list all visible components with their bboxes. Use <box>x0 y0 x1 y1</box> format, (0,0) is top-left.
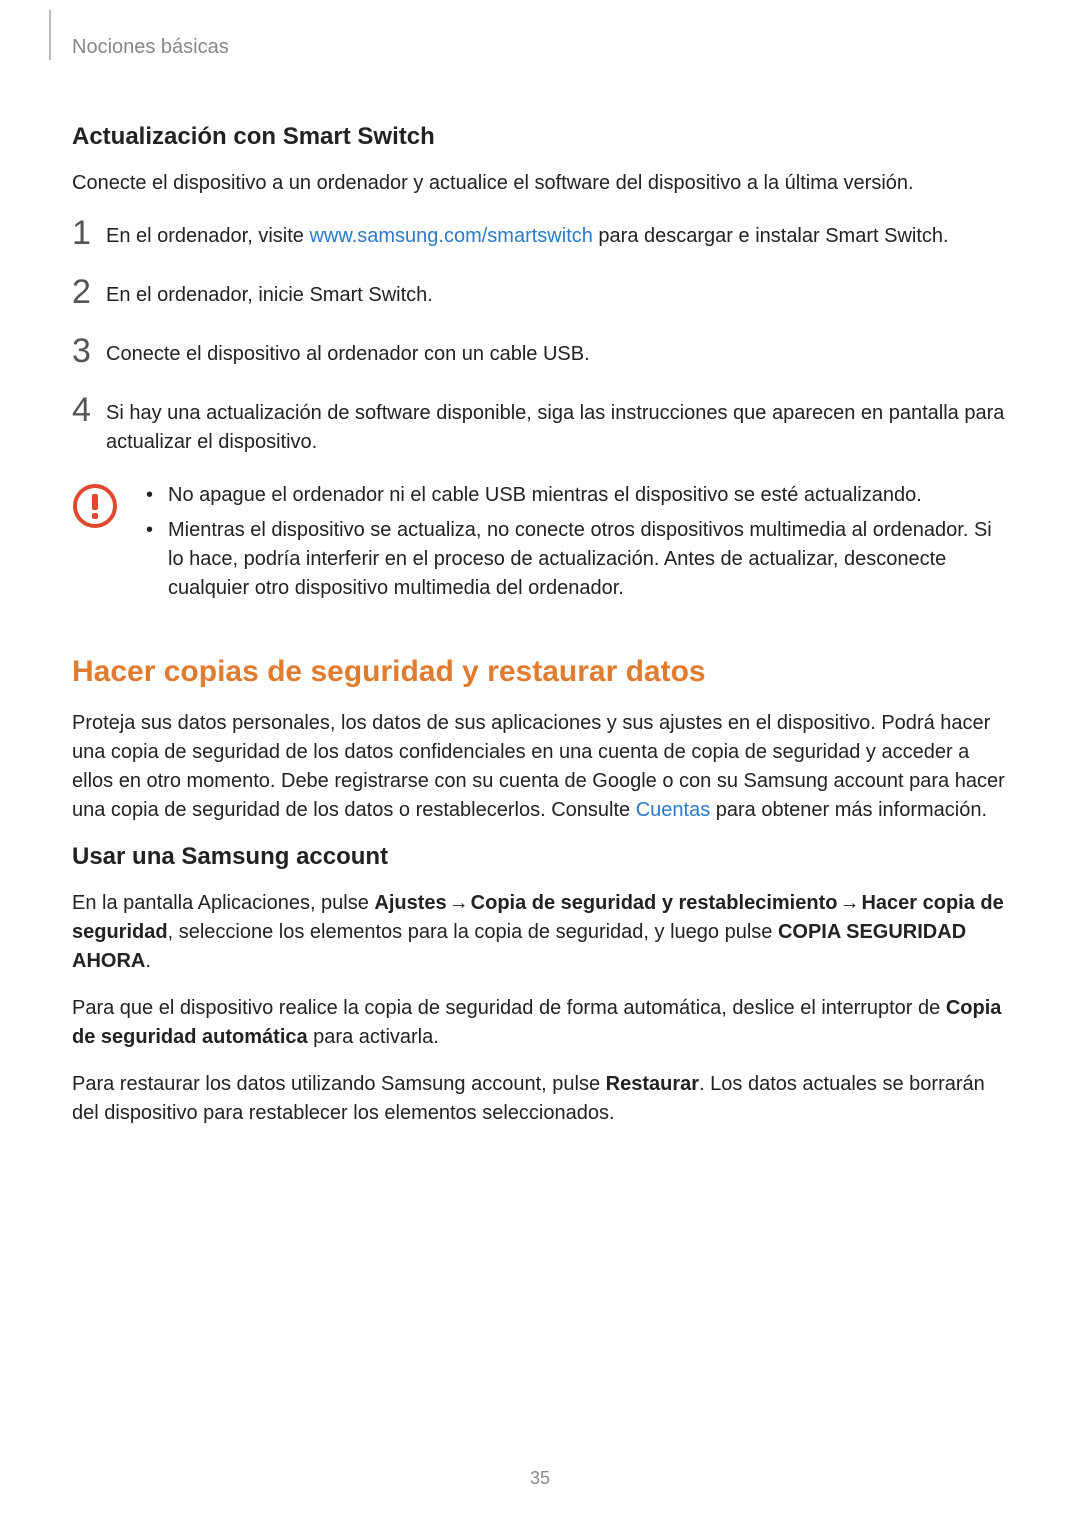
heading-smart-switch: Actualización con Smart Switch <box>72 123 1008 151</box>
paragraph-sa-3: Para restaurar los datos utilizando Sams… <box>72 1070 1008 1128</box>
step-2: 2 En el ordenador, inicie Smart Switch. <box>72 275 1008 310</box>
bullet-mark: • <box>146 481 168 510</box>
bullet-text: No apague el ordenador ni el cable USB m… <box>168 481 922 510</box>
arrow-icon: → <box>837 889 861 918</box>
text: En la pantalla Aplicaciones, pulse <box>72 892 374 914</box>
text: para activarla. <box>308 1026 439 1048</box>
step-list: 1 En el ordenador, visite www.samsung.co… <box>72 216 1008 457</box>
text: para obtener más información. <box>710 799 987 821</box>
step-1: 1 En el ordenador, visite www.samsung.co… <box>72 216 1008 251</box>
running-head: Nociones básicas <box>72 36 1008 59</box>
page-content: Nociones básicas Actualización con Smart… <box>0 0 1080 1128</box>
caution-bullet-2: • Mientras el dispositivo se actualiza, … <box>146 516 1008 603</box>
caution-bullet-1: • No apague el ordenador ni el cable USB… <box>146 481 1008 510</box>
step-number: 4 <box>72 393 106 427</box>
caution-list: • No apague el ordenador ni el cable USB… <box>146 481 1008 609</box>
paragraph-smart-intro: Conecte el dispositivo a un ordenador y … <box>72 169 1008 198</box>
step-4: 4 Si hay una actualización de software d… <box>72 393 1008 457</box>
text: , seleccione los elementos para la copia… <box>168 921 778 943</box>
caution-icon <box>72 481 118 534</box>
step-number: 1 <box>72 216 106 250</box>
bold-restaurar: Restaurar <box>606 1073 699 1095</box>
caution-box: • No apague el ordenador ni el cable USB… <box>72 481 1008 609</box>
paragraph-sa-2: Para que el dispositivo realice la copia… <box>72 994 1008 1052</box>
bold-ajustes: Ajustes <box>374 892 446 914</box>
paragraph-backup-intro: Proteja sus datos personales, los datos … <box>72 709 1008 825</box>
link-smartswitch[interactable]: www.samsung.com/smartswitch <box>309 225 592 247</box>
heading-samsung-account: Usar una Samsung account <box>72 843 1008 871</box>
step-number: 2 <box>72 275 106 309</box>
step-3: 3 Conecte el dispositivo al ordenador co… <box>72 334 1008 369</box>
bold-copia-restablecimiento: Copia de seguridad y restablecimiento <box>471 892 838 914</box>
paragraph-sa-1: En la pantalla Aplicaciones, pulse Ajust… <box>72 889 1008 976</box>
bullet-mark: • <box>146 516 168 603</box>
text: Para que el dispositivo realice la copia… <box>72 997 946 1019</box>
step-text: Si hay una actualización de software dis… <box>106 393 1008 457</box>
step-text: Conecte el dispositivo al ordenador con … <box>106 334 1008 369</box>
link-cuentas[interactable]: Cuentas <box>636 799 711 821</box>
step-text: En el ordenador, visite www.samsung.com/… <box>106 216 1008 251</box>
heading-backup: Hacer copias de seguridad y restaurar da… <box>72 655 1008 689</box>
text: Para restaurar los datos utilizando Sams… <box>72 1073 606 1095</box>
text: . <box>145 950 151 972</box>
bullet-text: Mientras el dispositivo se actualiza, no… <box>168 516 1008 603</box>
arrow-icon: → <box>447 889 471 918</box>
page-number: 35 <box>0 1468 1080 1489</box>
text: para descargar e instalar Smart Switch. <box>593 225 949 247</box>
text: En el ordenador, visite <box>106 225 309 247</box>
step-text: En el ordenador, inicie Smart Switch. <box>106 275 1008 310</box>
step-number: 3 <box>72 334 106 368</box>
